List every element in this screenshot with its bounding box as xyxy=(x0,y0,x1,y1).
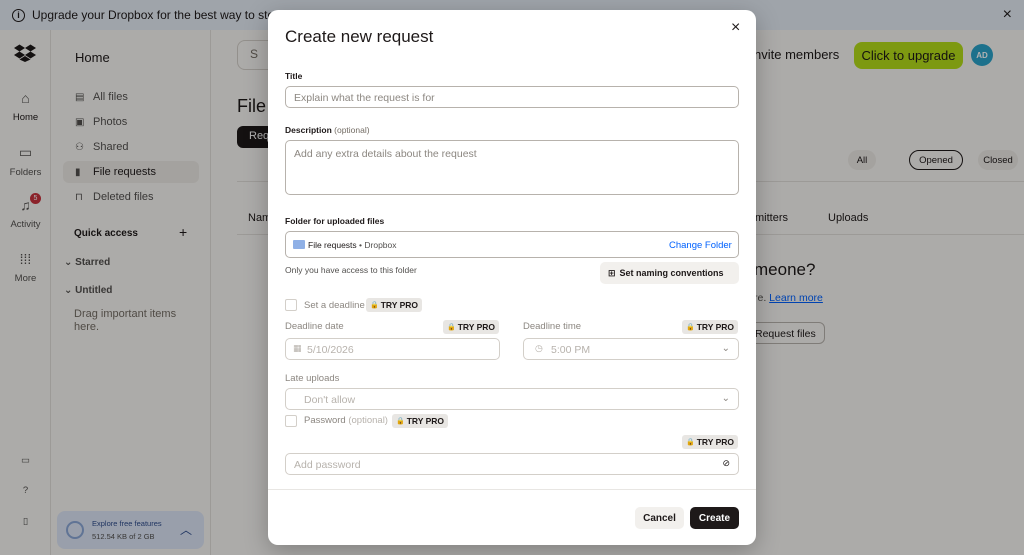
create-button[interactable]: Create xyxy=(690,507,739,529)
lock-icon: 🔒 xyxy=(686,324,695,331)
naming-conventions-button[interactable]: ⊞ Set naming conventions xyxy=(600,262,739,284)
late-uploads-select: Don't allow ⌄ xyxy=(285,388,739,410)
try-pro-label: TRY PRO xyxy=(380,300,419,310)
chevron-down-icon: ⌄ xyxy=(721,343,730,354)
lock-icon: 🔒 xyxy=(370,302,379,309)
try-pro-label: TRY PRO xyxy=(457,322,496,332)
title-input[interactable]: Explain what the request is for xyxy=(285,86,739,108)
folder-path: File requests • Dropbox xyxy=(308,240,397,250)
try-pro-badge[interactable]: 🔒 TRY PRO xyxy=(443,320,500,334)
try-pro-badge[interactable]: 🔒 TRY PRO xyxy=(366,298,423,312)
clock-icon: ◷ xyxy=(535,343,543,353)
password-input: Add password ⊘ xyxy=(285,453,739,475)
try-pro-label: TRY PRO xyxy=(406,416,445,426)
password-checkbox-label: Password (optional) xyxy=(304,415,388,426)
folder-access-hint: Only you have access to this folder xyxy=(285,265,417,275)
deadline-time-label: Deadline time xyxy=(523,321,582,332)
lock-icon: 🔒 xyxy=(447,324,456,331)
description-placeholder: Add any extra details about the request xyxy=(294,148,477,160)
deadline-date-label: Deadline date xyxy=(285,321,344,332)
title-placeholder: Explain what the request is for xyxy=(294,92,435,104)
change-folder-link[interactable]: Change Folder xyxy=(669,240,732,251)
folder-label: Folder for uploaded files xyxy=(285,216,385,226)
folder-name: File requests xyxy=(308,240,357,250)
optional-tag: (optional) xyxy=(348,415,388,426)
password-placeholder: Add password xyxy=(294,459,361,471)
deadline-time-select: ◷ 5:00 PM ⌄ xyxy=(523,338,739,360)
late-uploads-label: Late uploads xyxy=(285,373,340,384)
lock-icon: 🔒 xyxy=(686,439,695,446)
late-uploads-value: Don't allow xyxy=(304,394,356,406)
try-pro-badge[interactable]: 🔒 TRY PRO xyxy=(682,435,739,449)
calendar-icon: ▦ xyxy=(293,343,302,353)
password-label-text: Password xyxy=(304,415,346,426)
folder-icon xyxy=(293,240,305,249)
description-label: Description (optional) xyxy=(285,125,370,135)
description-label-text: Description xyxy=(285,125,332,135)
lock-icon: 🔒 xyxy=(396,418,405,425)
eye-off-icon: ⊘ xyxy=(722,458,730,468)
try-pro-label: TRY PRO xyxy=(696,437,735,447)
password-checkbox[interactable] xyxy=(285,415,297,427)
deadline-time-value: 5:00 PM xyxy=(551,344,591,356)
try-pro-badge[interactable]: 🔒 TRY PRO xyxy=(682,320,739,334)
naming-label: Set naming conventions xyxy=(619,268,724,278)
deadline-date-input: ▦ 5/10/2026 xyxy=(285,338,500,360)
folder-parent: Dropbox xyxy=(364,240,397,250)
footer-divider xyxy=(268,489,756,490)
description-input[interactable]: Add any extra details about the request xyxy=(285,140,739,195)
deadline-date-value: 5/10/2026 xyxy=(307,344,354,356)
deadline-checkbox[interactable] xyxy=(285,299,297,311)
try-pro-badge[interactable]: 🔒 TRY PRO xyxy=(392,414,449,428)
naming-icon: ⊞ xyxy=(608,267,616,278)
dialog-title: Create new request xyxy=(285,27,434,46)
folder-selector: File requests • Dropbox Change Folder xyxy=(285,231,739,258)
try-pro-label: TRY PRO xyxy=(696,322,735,332)
title-label: Title xyxy=(285,71,303,81)
close-icon[interactable]: × xyxy=(731,19,740,37)
optional-tag: (optional) xyxy=(334,125,370,135)
create-request-dialog: Create new request × Title Explain what … xyxy=(268,10,756,545)
chevron-down-icon: ⌄ xyxy=(721,393,730,404)
deadline-checkbox-label: Set a deadline xyxy=(304,300,365,311)
cancel-button[interactable]: Cancel xyxy=(635,507,684,529)
